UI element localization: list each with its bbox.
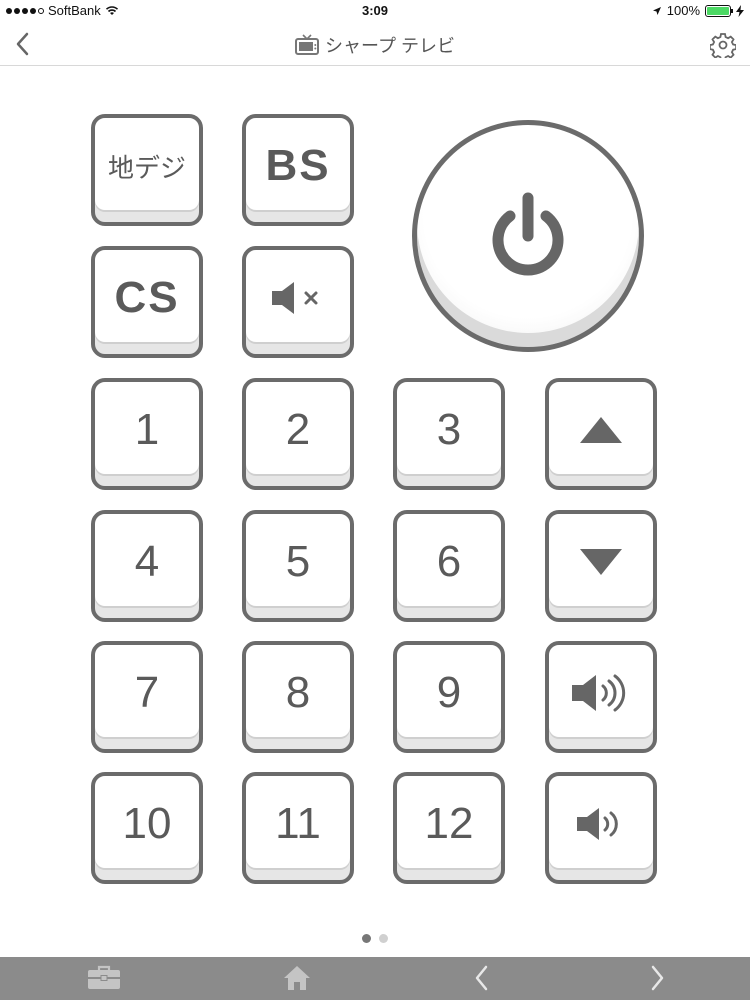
number-button-5[interactable]: 5 xyxy=(242,510,354,622)
terrestrial-digital-button[interactable]: 地デジ xyxy=(91,114,203,226)
volume-down-icon xyxy=(577,808,618,840)
clock: 3:09 xyxy=(361,3,389,18)
number-button-6[interactable]: 6 xyxy=(393,510,505,622)
number-label: 11 xyxy=(275,799,321,848)
status-right: 100% xyxy=(652,3,744,18)
number-label: 1 xyxy=(134,405,160,454)
toolbox-button[interactable] xyxy=(87,963,121,993)
terrestrial-digital-label: 地デジ xyxy=(107,152,186,183)
number-button-8[interactable]: 8 xyxy=(242,641,354,753)
number-label: 12 xyxy=(424,799,474,848)
battery-icon xyxy=(705,4,733,17)
number-label: 7 xyxy=(134,668,160,717)
number-label: 3 xyxy=(436,405,462,454)
channel-up-button[interactable] xyxy=(545,378,657,490)
power-button[interactable] xyxy=(412,120,644,352)
volume-down-button[interactable] xyxy=(545,772,657,884)
toolbox-icon xyxy=(88,965,120,989)
number-button-3[interactable]: 3 xyxy=(393,378,505,490)
location-arrow-icon xyxy=(652,6,661,15)
gear-icon[interactable] xyxy=(710,32,736,58)
charging-bolt-icon xyxy=(736,4,744,17)
bottom-toolbar xyxy=(0,957,750,1000)
status-bar: SoftBank 3:09 100% xyxy=(0,0,750,22)
number-button-1[interactable]: 1 xyxy=(91,378,203,490)
triangle-up-icon xyxy=(580,417,622,443)
power-icon xyxy=(492,192,564,276)
tv-icon xyxy=(295,34,320,55)
number-button-2[interactable]: 2 xyxy=(242,378,354,490)
volume-up-button[interactable] xyxy=(545,641,657,753)
title-text: シャープ テレビ xyxy=(325,36,455,56)
mute-icon xyxy=(272,282,318,314)
chevron-right-icon xyxy=(651,965,664,991)
navigation-bar: シャープ テレビ xyxy=(0,22,750,66)
page-title: シャープ テレビ xyxy=(0,32,750,58)
number-button-7[interactable]: 7 xyxy=(91,641,203,753)
number-button-12[interactable]: 12 xyxy=(393,772,505,884)
page-indicator[interactable] xyxy=(0,934,750,943)
number-label: 9 xyxy=(436,668,462,717)
number-label: 6 xyxy=(436,537,462,586)
page-dot[interactable] xyxy=(379,934,388,943)
next-button[interactable] xyxy=(640,963,674,993)
cs-button[interactable]: CS xyxy=(91,246,203,358)
number-label: 10 xyxy=(122,799,172,848)
number-button-10[interactable]: 10 xyxy=(91,772,203,884)
volume-up-icon xyxy=(572,674,626,712)
number-label: 2 xyxy=(285,405,311,454)
bs-button[interactable]: BS xyxy=(242,114,354,226)
home-button[interactable] xyxy=(280,963,314,993)
channel-down-button[interactable] xyxy=(545,510,657,622)
previous-button[interactable] xyxy=(465,963,499,993)
number-label: 4 xyxy=(134,537,160,586)
triangle-down-icon xyxy=(580,549,622,575)
battery-fill xyxy=(707,6,729,15)
battery-percent: 100% xyxy=(666,3,700,18)
home-icon xyxy=(284,966,310,990)
number-button-11[interactable]: 11 xyxy=(242,772,354,884)
chevron-left-icon xyxy=(475,965,488,991)
number-button-4[interactable]: 4 xyxy=(91,510,203,622)
number-button-9[interactable]: 9 xyxy=(393,641,505,753)
number-label: 5 xyxy=(285,537,311,586)
bs-label: BS xyxy=(265,141,331,190)
mute-button[interactable] xyxy=(242,246,354,358)
number-label: 8 xyxy=(285,668,311,717)
page-dot[interactable] xyxy=(362,934,371,943)
cs-label: CS xyxy=(114,273,180,322)
